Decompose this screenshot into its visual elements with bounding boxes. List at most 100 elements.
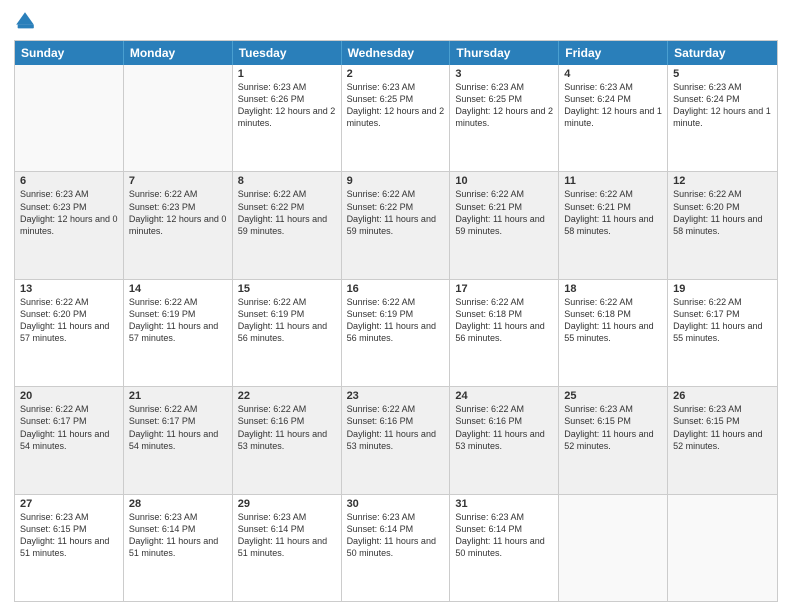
day-number: 30 xyxy=(347,498,445,510)
day-cell-20: 20Sunrise: 6:22 AM Sunset: 6:17 PM Dayli… xyxy=(15,387,124,493)
day-cell-23: 23Sunrise: 6:22 AM Sunset: 6:16 PM Dayli… xyxy=(342,387,451,493)
cell-details: Sunrise: 6:22 AM Sunset: 6:19 PM Dayligh… xyxy=(347,296,445,345)
cell-details: Sunrise: 6:23 AM Sunset: 6:24 PM Dayligh… xyxy=(564,81,662,130)
cell-details: Sunrise: 6:22 AM Sunset: 6:16 PM Dayligh… xyxy=(238,403,336,452)
day-cell-4: 4Sunrise: 6:23 AM Sunset: 6:24 PM Daylig… xyxy=(559,65,668,171)
day-cell-15: 15Sunrise: 6:22 AM Sunset: 6:19 PM Dayli… xyxy=(233,280,342,386)
day-number: 16 xyxy=(347,283,445,295)
day-of-week-thursday: Thursday xyxy=(450,41,559,65)
day-number: 18 xyxy=(564,283,662,295)
calendar-header: SundayMondayTuesdayWednesdayThursdayFrid… xyxy=(15,41,777,65)
day-of-week-friday: Friday xyxy=(559,41,668,65)
calendar-body: 1Sunrise: 6:23 AM Sunset: 6:26 PM Daylig… xyxy=(15,65,777,601)
page: SundayMondayTuesdayWednesdayThursdayFrid… xyxy=(0,0,792,612)
day-number: 12 xyxy=(673,175,772,187)
cell-details: Sunrise: 6:22 AM Sunset: 6:16 PM Dayligh… xyxy=(455,403,553,452)
day-number: 20 xyxy=(20,390,118,402)
day-number: 13 xyxy=(20,283,118,295)
day-cell-31: 31Sunrise: 6:23 AM Sunset: 6:14 PM Dayli… xyxy=(450,495,559,601)
day-number: 3 xyxy=(455,68,553,80)
day-number: 22 xyxy=(238,390,336,402)
day-number: 26 xyxy=(673,390,772,402)
day-of-week-saturday: Saturday xyxy=(668,41,777,65)
cell-details: Sunrise: 6:23 AM Sunset: 6:15 PM Dayligh… xyxy=(20,511,118,560)
cell-details: Sunrise: 6:22 AM Sunset: 6:22 PM Dayligh… xyxy=(238,188,336,237)
cell-details: Sunrise: 6:22 AM Sunset: 6:16 PM Dayligh… xyxy=(347,403,445,452)
day-cell-21: 21Sunrise: 6:22 AM Sunset: 6:17 PM Dayli… xyxy=(124,387,233,493)
day-cell-5: 5Sunrise: 6:23 AM Sunset: 6:24 PM Daylig… xyxy=(668,65,777,171)
cell-details: Sunrise: 6:23 AM Sunset: 6:14 PM Dayligh… xyxy=(129,511,227,560)
day-number: 17 xyxy=(455,283,553,295)
cell-details: Sunrise: 6:23 AM Sunset: 6:23 PM Dayligh… xyxy=(20,188,118,237)
day-cell-3: 3Sunrise: 6:23 AM Sunset: 6:25 PM Daylig… xyxy=(450,65,559,171)
day-number: 6 xyxy=(20,175,118,187)
day-number: 11 xyxy=(564,175,662,187)
day-number: 4 xyxy=(564,68,662,80)
day-number: 1 xyxy=(238,68,336,80)
day-cell-18: 18Sunrise: 6:22 AM Sunset: 6:18 PM Dayli… xyxy=(559,280,668,386)
day-number: 27 xyxy=(20,498,118,510)
day-cell-27: 27Sunrise: 6:23 AM Sunset: 6:15 PM Dayli… xyxy=(15,495,124,601)
cell-details: Sunrise: 6:23 AM Sunset: 6:24 PM Dayligh… xyxy=(673,81,772,130)
cell-details: Sunrise: 6:23 AM Sunset: 6:15 PM Dayligh… xyxy=(564,403,662,452)
calendar-row-4: 20Sunrise: 6:22 AM Sunset: 6:17 PM Dayli… xyxy=(15,387,777,494)
day-number: 9 xyxy=(347,175,445,187)
cell-details: Sunrise: 6:22 AM Sunset: 6:18 PM Dayligh… xyxy=(455,296,553,345)
cell-details: Sunrise: 6:23 AM Sunset: 6:14 PM Dayligh… xyxy=(347,511,445,560)
day-cell-8: 8Sunrise: 6:22 AM Sunset: 6:22 PM Daylig… xyxy=(233,172,342,278)
day-cell-1: 1Sunrise: 6:23 AM Sunset: 6:26 PM Daylig… xyxy=(233,65,342,171)
day-cell-12: 12Sunrise: 6:22 AM Sunset: 6:20 PM Dayli… xyxy=(668,172,777,278)
day-number: 31 xyxy=(455,498,553,510)
day-cell-30: 30Sunrise: 6:23 AM Sunset: 6:14 PM Dayli… xyxy=(342,495,451,601)
day-of-week-tuesday: Tuesday xyxy=(233,41,342,65)
cell-details: Sunrise: 6:22 AM Sunset: 6:22 PM Dayligh… xyxy=(347,188,445,237)
day-number: 10 xyxy=(455,175,553,187)
day-number: 24 xyxy=(455,390,553,402)
calendar-row-2: 6Sunrise: 6:23 AM Sunset: 6:23 PM Daylig… xyxy=(15,172,777,279)
day-cell-19: 19Sunrise: 6:22 AM Sunset: 6:17 PM Dayli… xyxy=(668,280,777,386)
day-cell-26: 26Sunrise: 6:23 AM Sunset: 6:15 PM Dayli… xyxy=(668,387,777,493)
cell-details: Sunrise: 6:23 AM Sunset: 6:25 PM Dayligh… xyxy=(455,81,553,130)
day-number: 21 xyxy=(129,390,227,402)
day-cell-13: 13Sunrise: 6:22 AM Sunset: 6:20 PM Dayli… xyxy=(15,280,124,386)
day-number: 28 xyxy=(129,498,227,510)
cell-details: Sunrise: 6:22 AM Sunset: 6:23 PM Dayligh… xyxy=(129,188,227,237)
day-number: 23 xyxy=(347,390,445,402)
cell-details: Sunrise: 6:22 AM Sunset: 6:21 PM Dayligh… xyxy=(455,188,553,237)
day-cell-22: 22Sunrise: 6:22 AM Sunset: 6:16 PM Dayli… xyxy=(233,387,342,493)
cell-details: Sunrise: 6:22 AM Sunset: 6:17 PM Dayligh… xyxy=(20,403,118,452)
cell-details: Sunrise: 6:22 AM Sunset: 6:19 PM Dayligh… xyxy=(238,296,336,345)
day-number: 25 xyxy=(564,390,662,402)
cell-details: Sunrise: 6:22 AM Sunset: 6:20 PM Dayligh… xyxy=(20,296,118,345)
day-number: 19 xyxy=(673,283,772,295)
calendar-row-5: 27Sunrise: 6:23 AM Sunset: 6:15 PM Dayli… xyxy=(15,495,777,601)
logo xyxy=(14,10,38,32)
day-number: 8 xyxy=(238,175,336,187)
cell-details: Sunrise: 6:22 AM Sunset: 6:17 PM Dayligh… xyxy=(129,403,227,452)
calendar-row-3: 13Sunrise: 6:22 AM Sunset: 6:20 PM Dayli… xyxy=(15,280,777,387)
cell-details: Sunrise: 6:23 AM Sunset: 6:26 PM Dayligh… xyxy=(238,81,336,130)
day-cell-25: 25Sunrise: 6:23 AM Sunset: 6:15 PM Dayli… xyxy=(559,387,668,493)
empty-cell xyxy=(559,495,668,601)
day-cell-2: 2Sunrise: 6:23 AM Sunset: 6:25 PM Daylig… xyxy=(342,65,451,171)
day-number: 15 xyxy=(238,283,336,295)
day-cell-24: 24Sunrise: 6:22 AM Sunset: 6:16 PM Dayli… xyxy=(450,387,559,493)
day-cell-17: 17Sunrise: 6:22 AM Sunset: 6:18 PM Dayli… xyxy=(450,280,559,386)
empty-cell xyxy=(15,65,124,171)
day-of-week-monday: Monday xyxy=(124,41,233,65)
cell-details: Sunrise: 6:22 AM Sunset: 6:19 PM Dayligh… xyxy=(129,296,227,345)
cell-details: Sunrise: 6:23 AM Sunset: 6:15 PM Dayligh… xyxy=(673,403,772,452)
cell-details: Sunrise: 6:23 AM Sunset: 6:25 PM Dayligh… xyxy=(347,81,445,130)
cell-details: Sunrise: 6:23 AM Sunset: 6:14 PM Dayligh… xyxy=(238,511,336,560)
header xyxy=(14,10,778,32)
day-number: 5 xyxy=(673,68,772,80)
day-cell-28: 28Sunrise: 6:23 AM Sunset: 6:14 PM Dayli… xyxy=(124,495,233,601)
day-cell-16: 16Sunrise: 6:22 AM Sunset: 6:19 PM Dayli… xyxy=(342,280,451,386)
day-number: 29 xyxy=(238,498,336,510)
day-of-week-sunday: Sunday xyxy=(15,41,124,65)
cell-details: Sunrise: 6:22 AM Sunset: 6:17 PM Dayligh… xyxy=(673,296,772,345)
day-cell-29: 29Sunrise: 6:23 AM Sunset: 6:14 PM Dayli… xyxy=(233,495,342,601)
empty-cell xyxy=(668,495,777,601)
day-cell-9: 9Sunrise: 6:22 AM Sunset: 6:22 PM Daylig… xyxy=(342,172,451,278)
cell-details: Sunrise: 6:22 AM Sunset: 6:21 PM Dayligh… xyxy=(564,188,662,237)
